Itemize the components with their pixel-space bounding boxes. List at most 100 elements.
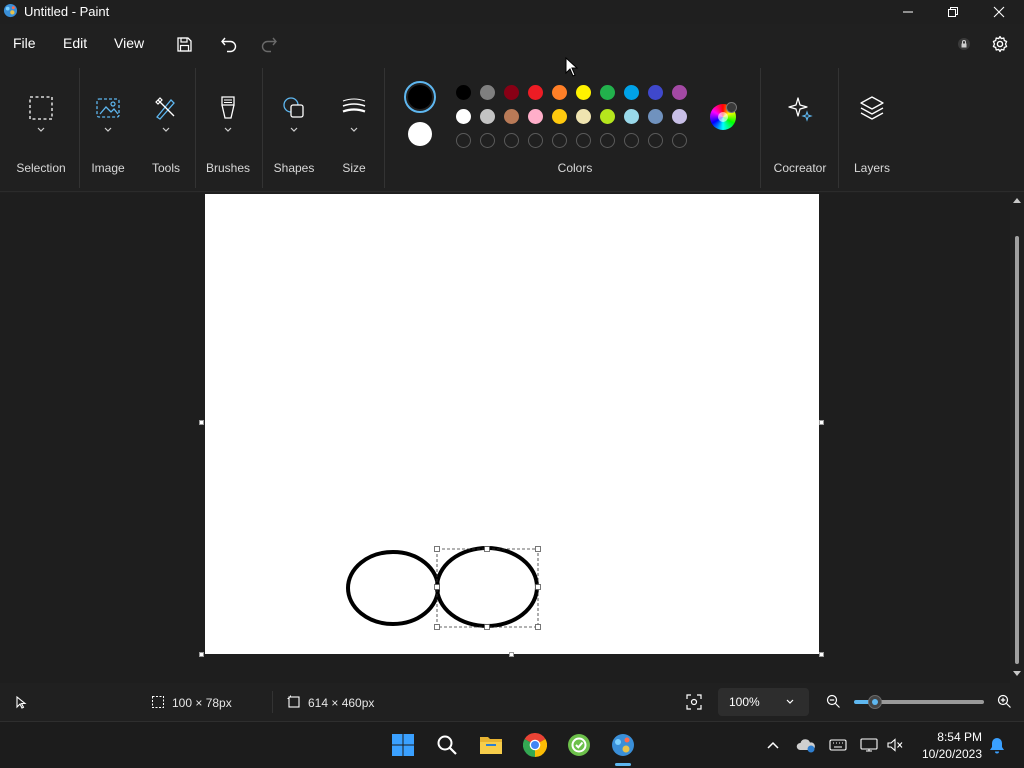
canvas-resize-handle-bottom-left[interactable]	[199, 652, 204, 657]
selection-group[interactable]: Selection	[6, 64, 76, 192]
onedrive-icon[interactable]	[796, 737, 816, 753]
redo-button[interactable]	[257, 32, 281, 56]
speaker-muted-icon[interactable]	[886, 737, 904, 753]
undo-icon	[221, 37, 237, 53]
taskbar-paint-active-indicator	[615, 763, 631, 766]
custom-color-slot[interactable]	[504, 133, 519, 148]
taskbar-file-explorer[interactable]	[477, 731, 505, 759]
shapes-icon	[283, 97, 304, 118]
account-button[interactable]	[952, 32, 976, 56]
scroll-up-arrow-icon[interactable]	[1012, 196, 1022, 204]
palette-color-swatch[interactable]	[648, 85, 663, 100]
palette-color-swatch[interactable]	[528, 85, 543, 100]
zoom-out-icon[interactable]	[826, 694, 841, 709]
drawn-ellipse-right[interactable]	[435, 546, 539, 628]
zoom-in-icon[interactable]	[997, 694, 1012, 709]
palette-color-swatch[interactable]	[528, 109, 543, 124]
palette-color-swatch[interactable]	[552, 109, 567, 124]
vertical-scrollbar[interactable]	[1012, 196, 1022, 678]
undo-button[interactable]	[217, 32, 241, 56]
fit-to-window-icon[interactable]	[686, 694, 702, 710]
palette-color-swatch[interactable]	[672, 85, 687, 100]
palette-color-swatch[interactable]	[672, 109, 687, 124]
paint-app-icon	[3, 3, 18, 18]
canvas-resize-handle-left[interactable]	[199, 420, 204, 425]
restore-button[interactable]	[930, 0, 976, 24]
image-group[interactable]: Image	[84, 64, 132, 192]
palette-color-swatch[interactable]	[624, 109, 639, 124]
canvas-resize-handle-right[interactable]	[819, 420, 824, 425]
palette-color-swatch[interactable]	[456, 109, 471, 124]
brushes-group[interactable]: Brushes	[202, 64, 254, 192]
keyboard-icon[interactable]	[829, 738, 847, 752]
close-button[interactable]	[976, 0, 1022, 24]
tools-icon	[155, 97, 175, 120]
palette-color-swatch[interactable]	[648, 109, 663, 124]
palette-color-swatch[interactable]	[480, 85, 495, 100]
display-icon[interactable]	[860, 737, 878, 753]
save-button[interactable]	[172, 32, 196, 56]
palette-color-swatch[interactable]	[552, 85, 567, 100]
custom-color-slot[interactable]	[480, 133, 495, 148]
cocreator-group[interactable]: Cocreator	[768, 64, 832, 192]
custom-color-slot[interactable]	[552, 133, 567, 148]
size-group[interactable]: Size	[330, 64, 378, 192]
custom-color-slot[interactable]	[624, 133, 639, 148]
minimize-button[interactable]	[885, 0, 931, 24]
show-hidden-icons-chevron-icon[interactable]	[766, 740, 780, 750]
scroll-down-arrow-icon[interactable]	[1012, 670, 1022, 678]
chevron-down-icon	[290, 127, 298, 132]
zoom-slider-thumb-dot	[872, 699, 878, 705]
taskbar-paint[interactable]	[609, 731, 637, 759]
selection-label: Selection	[16, 161, 66, 175]
palette-color-swatch[interactable]	[624, 85, 639, 100]
zoom-level-dropdown[interactable]: 100%	[718, 688, 809, 716]
edit-menu[interactable]: Edit	[63, 35, 87, 51]
canvas-resize-handle-bottom-right[interactable]	[819, 652, 824, 657]
cocreator-label: Cocreator	[773, 161, 827, 175]
canvas-size-text: 614 × 460px	[308, 696, 375, 710]
ribbon-divider	[760, 68, 761, 188]
palette-color-swatch[interactable]	[576, 85, 591, 100]
file-menu[interactable]: File	[13, 35, 36, 51]
palette-color-swatch[interactable]	[600, 85, 615, 100]
scrollbar-thumb[interactable]	[1015, 236, 1019, 664]
notification-bell-icon[interactable]	[988, 736, 1006, 754]
taskbar-time[interactable]: 8:54 PM	[920, 730, 982, 744]
canvas-resize-handle-bottom[interactable]	[509, 652, 514, 657]
brush-icon	[221, 96, 235, 119]
redo-icon	[261, 37, 277, 53]
start-button[interactable]	[389, 731, 417, 759]
palette-color-swatch[interactable]	[504, 109, 519, 124]
chevron-down-icon	[350, 127, 358, 132]
layers-label: Layers	[853, 161, 891, 175]
palette-color-swatch[interactable]	[480, 109, 495, 124]
palette-color-swatch[interactable]	[504, 85, 519, 100]
chevron-down-icon	[104, 127, 112, 132]
zoom-slider-thumb[interactable]	[868, 695, 882, 709]
shapes-group[interactable]: Shapes	[270, 64, 318, 192]
custom-color-slot[interactable]	[528, 133, 543, 148]
palette-color-swatch[interactable]	[456, 85, 471, 100]
taskbar-search-button[interactable]	[433, 731, 461, 759]
layers-group[interactable]: Layers	[846, 64, 898, 192]
zoom-slider[interactable]	[854, 695, 984, 709]
drawn-ellipse-left[interactable]	[346, 550, 440, 626]
custom-color-slot[interactable]	[672, 133, 687, 148]
palette-color-swatch[interactable]	[600, 109, 615, 124]
custom-color-slot[interactable]	[648, 133, 663, 148]
taskbar-date[interactable]: 10/20/2023	[912, 747, 982, 761]
custom-color-slot[interactable]	[600, 133, 615, 148]
custom-color-slot[interactable]	[576, 133, 591, 148]
taskbar-chrome[interactable]	[521, 731, 549, 759]
palette-color-swatch[interactable]	[576, 109, 591, 124]
drawing-canvas[interactable]	[205, 194, 819, 654]
settings-button[interactable]	[988, 32, 1012, 56]
custom-color-slot[interactable]	[456, 133, 471, 148]
tools-group[interactable]: Tools	[142, 64, 190, 192]
edit-colors-button[interactable]	[710, 102, 737, 130]
taskbar-app-green[interactable]	[565, 731, 593, 759]
ribbon-divider	[79, 68, 80, 188]
view-menu[interactable]: View	[114, 35, 144, 51]
zoom-slider-track	[876, 700, 984, 704]
